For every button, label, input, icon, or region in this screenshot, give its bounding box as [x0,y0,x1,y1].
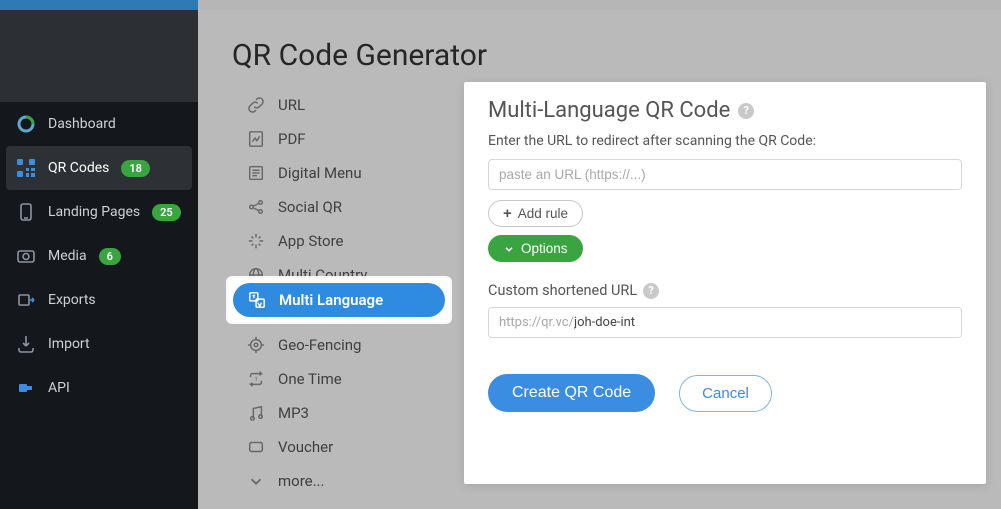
sidebar-item-api[interactable]: API [0,366,198,410]
type-item-more[interactable]: more... [232,464,444,498]
type-item-multi-language[interactable]: Multi Language [233,283,445,317]
sidebar-nav: Dashboard QR Codes 18 Landing Pages 25 M… [0,102,198,410]
type-label: Social QR [278,198,342,216]
short-url-input-wrap: https://qr.vc/ [488,307,962,338]
donut-chart-icon [16,114,36,134]
sidebar-item-dashboard[interactable]: Dashboard [0,102,198,146]
sidebar-item-exports[interactable]: Exports [0,278,198,322]
type-item-url[interactable]: URL [232,88,444,122]
help-icon[interactable]: ? [738,103,754,119]
type-item-digital-menu[interactable]: Digital Menu [232,156,444,190]
sidebar-item-label: API [48,380,70,396]
sidebar-item-landing-pages[interactable]: Landing Pages 25 [0,190,198,234]
type-label: One Time [278,370,342,388]
short-url-input[interactable] [574,308,961,337]
type-item-active-frame: Multi Language [228,278,450,322]
type-item-voucher[interactable]: Voucher [232,430,444,464]
repeat-one-icon: 1 [246,369,266,389]
menu-icon [246,163,266,183]
target-icon [246,335,266,355]
sparkle-icon [246,231,266,251]
type-label: Digital Menu [278,164,362,182]
sidebar-item-import[interactable]: Import [0,322,198,366]
share-icon [246,197,266,217]
sidebar-item-label: Media [48,248,87,264]
panel-title: Multi-Language QR Code [488,98,730,123]
camera-icon [16,246,36,266]
type-label: MP3 [278,404,309,422]
redirect-url-input[interactable] [488,159,962,190]
sidebar-item-media[interactable]: Media 6 [0,234,198,278]
count-badge: 18 [121,160,150,177]
help-icon[interactable]: ? [643,283,659,299]
export-icon [16,290,36,310]
panel-title-row: Multi-Language QR Code ? [488,98,962,123]
cancel-button[interactable]: Cancel [679,375,772,412]
brand-band [0,0,198,10]
type-label: URL [278,96,305,114]
sidebar-item-label: QR Codes [48,160,109,176]
sidebar-item-label: Landing Pages [48,204,140,220]
link-icon [246,95,266,115]
add-rule-label: Add rule [518,206,568,221]
chevron-down-icon [503,243,515,255]
short-url-label-row: Custom shortened URL ? [488,282,962,299]
panel-subtitle: Enter the URL to redirect after scanning… [488,133,962,149]
type-label: Geo-Fencing [278,336,361,354]
type-item-mp3[interactable]: MP3 [232,396,444,430]
type-item-pdf[interactable]: PDF [232,122,444,156]
type-label: more... [278,472,324,490]
chevron-down-icon [246,471,266,491]
create-qr-button[interactable]: Create QR Code [488,374,655,412]
import-icon [16,334,36,354]
sidebar: Dashboard QR Codes 18 Landing Pages 25 M… [0,0,198,509]
count-badge: 25 [152,204,181,221]
sidebar-item-label: Import [48,336,90,352]
sidebar-item-label: Dashboard [48,116,116,132]
type-item-app-store[interactable]: App Store [232,224,444,258]
qr-config-panel: Multi-Language QR Code ? Enter the URL t… [464,82,986,484]
svg-text:1: 1 [254,375,258,383]
plus-icon: + [503,206,512,221]
page-title: QR Code Generator [198,10,1001,91]
add-rule-button[interactable]: + Add rule [488,200,583,227]
short-url-prefix: https://qr.vc/ [489,308,574,337]
type-item-geo-fencing[interactable]: Geo-Fencing [232,328,444,362]
plug-icon [16,378,36,398]
type-label: Multi Language [279,291,383,309]
options-label: Options [521,241,568,256]
language-icon [247,290,267,310]
device-icon [16,202,36,222]
ticket-icon [246,437,266,457]
music-icon [246,403,266,423]
type-label: App Store [278,232,343,250]
type-label: Voucher [278,438,333,456]
type-item-social-qr[interactable]: Social QR [232,190,444,224]
sidebar-item-qr-codes[interactable]: QR Codes 18 [6,146,192,190]
sidebar-header [0,10,198,102]
panel-actions: Create QR Code Cancel [488,374,962,412]
options-button[interactable]: Options [488,235,583,262]
short-url-label: Custom shortened URL [488,282,637,299]
options-row: + Add rule Options [488,200,962,262]
sidebar-item-label: Exports [48,292,96,308]
type-item-one-time[interactable]: 1 One Time [232,362,444,396]
count-badge: 6 [99,248,121,265]
type-label: PDF [278,130,306,148]
qr-code-icon [16,158,36,178]
pdf-icon [246,129,266,149]
